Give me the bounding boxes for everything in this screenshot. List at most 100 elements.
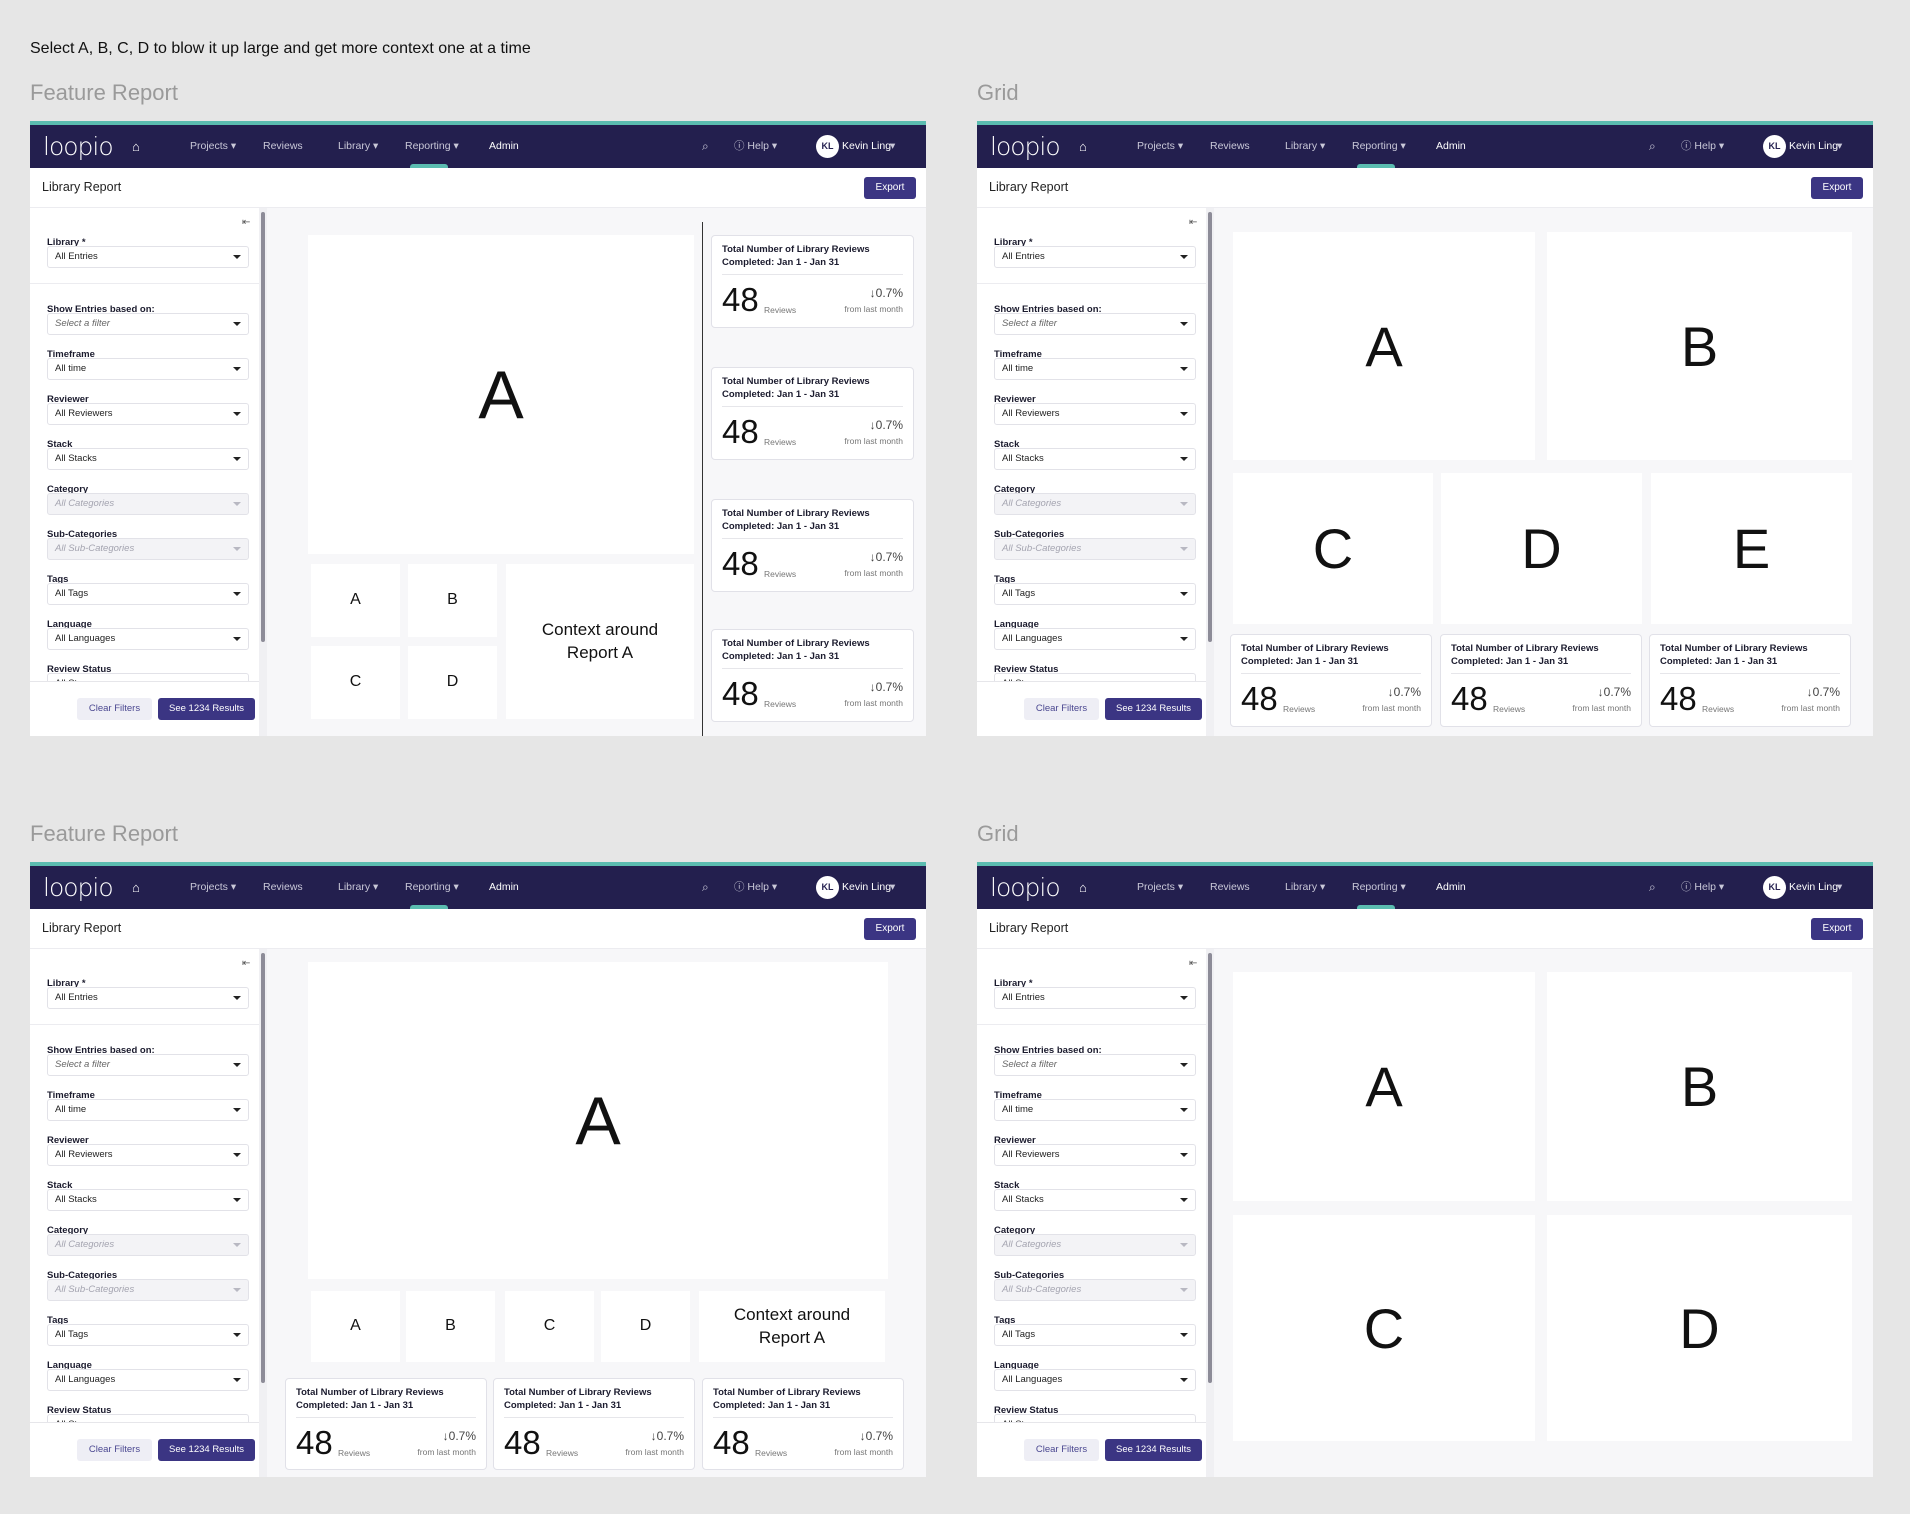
search-icon[interactable]: ⌕ [702,866,709,909]
see-results-button[interactable]: See 1234 Results [1105,698,1202,720]
nav-reviews[interactable]: Reviews [263,125,303,168]
report-tile[interactable]: Context around Report A [506,564,694,719]
report-tile[interactable]: A [308,962,888,1279]
export-button[interactable]: Export [864,918,916,940]
report-tile[interactable]: C [1233,473,1433,624]
collapse-sidebar-icon[interactable]: ⇤ [242,217,250,228]
filter-select[interactable]: All time [994,358,1196,380]
report-tile[interactable]: C [1233,1215,1535,1441]
report-tile[interactable]: B [1547,232,1852,460]
filter-select[interactable]: All Entries [47,246,249,268]
report-tile[interactable]: A [308,235,694,554]
filter-select[interactable]: All Reviewers [994,403,1196,425]
nav-reviews[interactable]: Reviews [1210,866,1250,909]
user-menu[interactable]: Kevin Ling [842,125,891,168]
avatar[interactable]: KL [1763,135,1786,158]
filter-select[interactable]: All Stacks [994,448,1196,470]
search-icon[interactable]: ⌕ [702,125,709,168]
report-tile[interactable]: A [311,1291,400,1362]
filter-select[interactable]: All Tags [47,583,249,605]
filter-select[interactable]: All Stacks [47,448,249,470]
report-tile[interactable]: C [311,646,400,719]
report-tile[interactable]: A [311,564,400,637]
nav-admin[interactable]: Admin [1436,125,1466,168]
user-menu[interactable]: Kevin Ling [1789,866,1838,909]
scrollbar-thumb[interactable] [1208,953,1212,1383]
clear-filters-button[interactable]: Clear Filters [1024,1439,1099,1461]
loopio-logo[interactable]: loopio [990,873,1061,902]
loopio-logo[interactable]: loopio [43,873,114,902]
filter-select[interactable]: All Stacks [994,1189,1196,1211]
search-icon[interactable]: ⌕ [1649,125,1656,168]
nav-help[interactable]: ⓘ Help ▾ [734,125,777,168]
home-icon[interactable]: ⌂ [1079,866,1087,909]
avatar[interactable]: KL [1763,876,1786,899]
see-results-button[interactable]: See 1234 Results [158,698,255,720]
filter-select[interactable]: All Tags [47,1324,249,1346]
report-tile[interactable]: A [1233,232,1535,460]
chevron-down-icon[interactable]: ▾ [1837,125,1842,168]
report-tile[interactable]: D [408,646,497,719]
nav-admin[interactable]: Admin [1436,866,1466,909]
nav-help[interactable]: ⓘ Help ▾ [734,866,777,909]
filter-select[interactable]: All Languages [994,628,1196,650]
nav-admin[interactable]: Admin [489,125,519,168]
chevron-down-icon[interactable]: ▾ [890,866,895,909]
report-tile[interactable]: D [1441,473,1642,624]
report-tile[interactable]: D [1547,1215,1852,1441]
filter-select[interactable]: All time [47,1099,249,1121]
clear-filters-button[interactable]: Clear Filters [1024,698,1099,720]
report-tile[interactable]: D [601,1291,690,1362]
export-button[interactable]: Export [864,177,916,199]
avatar[interactable]: KL [816,876,839,899]
nav-library[interactable]: Library ▾ [1285,866,1325,909]
report-tile[interactable]: Context around Report A [699,1291,885,1362]
scrollbar-thumb[interactable] [261,953,265,1383]
home-icon[interactable]: ⌂ [132,866,140,909]
nav-reporting[interactable]: Reporting ▾ [1352,125,1406,168]
filter-select[interactable]: All Languages [47,628,249,650]
filter-select[interactable]: All Entries [994,987,1196,1009]
filter-select[interactable]: All Reviewers [47,1144,249,1166]
filter-select[interactable]: All time [994,1099,1196,1121]
search-icon[interactable]: ⌕ [1649,866,1656,909]
see-results-button[interactable]: See 1234 Results [158,1439,255,1461]
report-tile[interactable]: B [1547,972,1852,1201]
report-tile[interactable]: B [406,1291,495,1362]
collapse-sidebar-icon[interactable]: ⇤ [1189,217,1197,228]
avatar[interactable]: KL [816,135,839,158]
filter-select[interactable]: All Entries [47,987,249,1009]
nav-projects[interactable]: Projects ▾ [190,866,236,909]
nav-reviews[interactable]: Reviews [263,866,303,909]
home-icon[interactable]: ⌂ [1079,125,1087,168]
filter-select[interactable]: All time [47,358,249,380]
nav-reporting[interactable]: Reporting ▾ [1352,866,1406,909]
nav-reporting[interactable]: Reporting ▾ [405,125,459,168]
user-menu[interactable]: Kevin Ling [842,866,891,909]
clear-filters-button[interactable]: Clear Filters [77,1439,152,1461]
collapse-sidebar-icon[interactable]: ⇤ [242,958,250,969]
nav-library[interactable]: Library ▾ [338,125,378,168]
nav-library[interactable]: Library ▾ [1285,125,1325,168]
loopio-logo[interactable]: loopio [990,132,1061,161]
nav-admin[interactable]: Admin [489,866,519,909]
filter-select[interactable]: Select a filter [994,313,1196,335]
filter-select[interactable]: All Stacks [47,1189,249,1211]
see-results-button[interactable]: See 1234 Results [1105,1439,1202,1461]
nav-help[interactable]: ⓘ Help ▾ [1681,866,1724,909]
report-tile[interactable]: C [505,1291,594,1362]
filter-select[interactable]: All Tags [994,583,1196,605]
filter-select[interactable]: All Languages [47,1369,249,1391]
loopio-logo[interactable]: loopio [43,132,114,161]
collapse-sidebar-icon[interactable]: ⇤ [1189,958,1197,969]
clear-filters-button[interactable]: Clear Filters [77,698,152,720]
chevron-down-icon[interactable]: ▾ [1837,866,1842,909]
home-icon[interactable]: ⌂ [132,125,140,168]
report-tile[interactable]: A [1233,972,1535,1201]
user-menu[interactable]: Kevin Ling [1789,125,1838,168]
report-tile[interactable]: E [1651,473,1852,624]
export-button[interactable]: Export [1811,918,1863,940]
filter-select[interactable]: Select a filter [47,313,249,335]
filter-select[interactable]: All Reviewers [47,403,249,425]
chevron-down-icon[interactable]: ▾ [890,125,895,168]
